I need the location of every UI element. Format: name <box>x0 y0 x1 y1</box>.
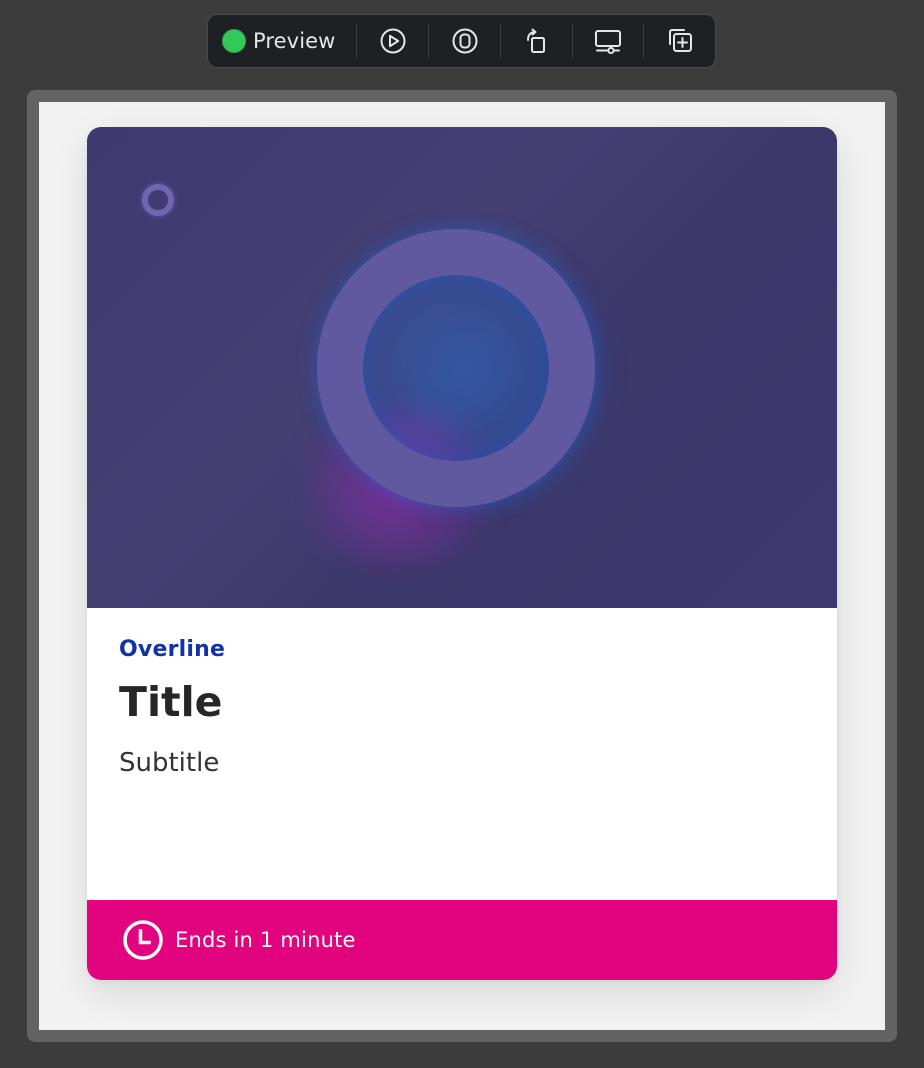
preview-canvas: Overline Title Subtitle Ends in 1 minute <box>39 102 885 1030</box>
card-hero-image <box>87 127 837 608</box>
clock-icon <box>123 920 163 960</box>
card-overline: Overline <box>119 637 226 662</box>
device-settings-button[interactable] <box>573 15 644 67</box>
card-content: Overline Title Subtitle <box>119 637 805 778</box>
card-footer-banner: Ends in 1 minute <box>87 900 837 980</box>
preview-label: Preview <box>253 29 336 53</box>
preview-toolbar: Preview <box>207 14 716 68</box>
rotate-icon <box>527 28 546 53</box>
duplicate-icon <box>668 29 692 52</box>
play-button[interactable] <box>357 15 428 67</box>
play-icon <box>380 28 406 54</box>
duplicate-button[interactable] <box>644 15 715 67</box>
promo-card[interactable]: Overline Title Subtitle Ends in 1 minute <box>87 127 837 980</box>
card-subtitle: Subtitle <box>119 748 220 778</box>
small-ring-graphic <box>142 184 174 216</box>
large-ring-graphic <box>317 229 595 507</box>
status-indicator <box>222 29 246 53</box>
preview-status[interactable]: Preview <box>208 15 356 67</box>
rotate-button[interactable] <box>501 15 572 67</box>
device-settings-icon <box>594 30 621 55</box>
live-preview-button[interactable] <box>429 15 500 67</box>
live-preview-icon <box>452 28 478 54</box>
card-title: Title <box>119 678 223 726</box>
footer-countdown-text: Ends in 1 minute <box>175 928 356 952</box>
